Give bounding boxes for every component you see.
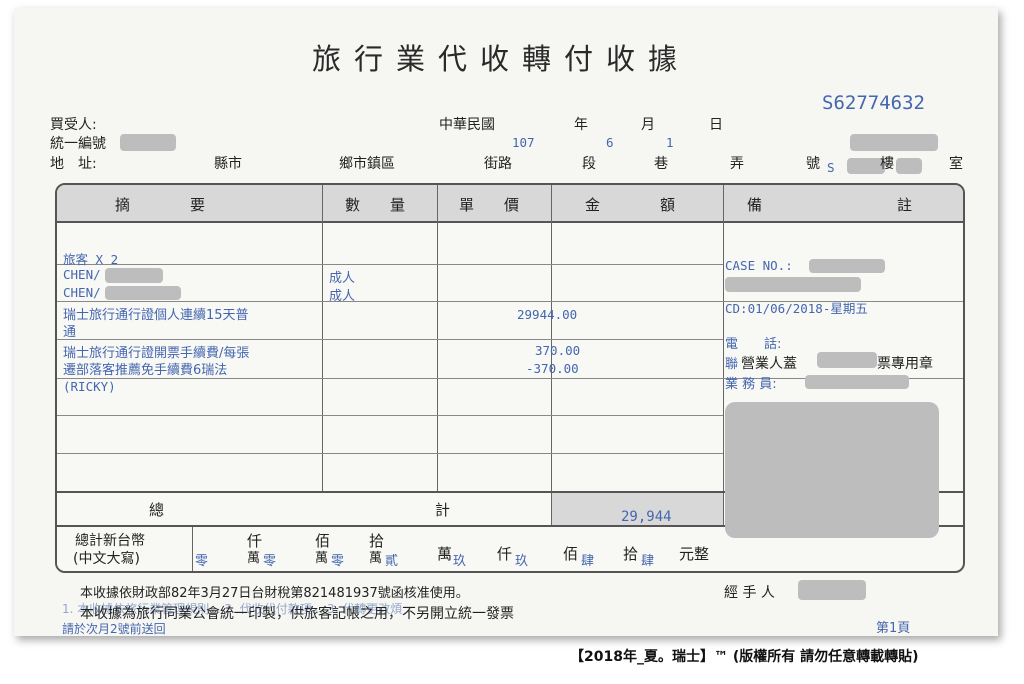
receipt-title: 旅行業代收轉付收據 <box>312 42 691 76</box>
digit-2: 零 <box>263 554 277 569</box>
unit-ten-2: 拾 <box>623 545 639 563</box>
date-day-label: 日 <box>709 117 723 133</box>
total-value: 29,944 <box>621 509 672 525</box>
date-month: 6 <box>606 135 614 150</box>
date-day: 1 <box>666 135 674 150</box>
page-number: 第1頁 <box>876 621 911 636</box>
digit-5: 玖 <box>453 554 467 569</box>
digit-1: 零 <box>195 554 209 569</box>
date-year-label: 年 <box>574 117 588 133</box>
col-remarks: 備 註 <box>747 196 913 214</box>
redacted-address-top <box>850 134 938 151</box>
unit-wan-3: 萬 <box>369 551 383 566</box>
addr-room: 室 <box>949 156 963 172</box>
col-summary: 摘 要 <box>115 196 206 214</box>
qty-2: 成人 <box>329 289 356 304</box>
col-amount: 金 額 <box>585 196 676 214</box>
date-country: 中華民國 <box>439 117 495 133</box>
contact-char: 聯 <box>725 357 739 372</box>
fee-price: 370.00 <box>535 343 581 358</box>
staff-label: 業 務 員: <box>725 377 777 392</box>
row-line <box>57 264 723 265</box>
addr-town: 鄉市鎮區 <box>339 156 395 172</box>
addr-lane: 巷 <box>654 156 668 172</box>
row-line <box>57 453 723 454</box>
unit-wan-2: 萬 <box>315 551 329 566</box>
unit-thousand-2: 仟 <box>497 545 513 563</box>
date-year: 107 <box>512 135 535 150</box>
buyer-label: 買受人: <box>50 117 97 133</box>
addr-street: 街路 <box>484 156 512 172</box>
digit-6: 玖 <box>515 554 529 569</box>
addr-alley: 弄 <box>730 156 744 172</box>
digit-3: 零 <box>331 554 345 569</box>
fee-line-2: 遷部落客推薦免手續費6瑞法 <box>63 363 228 378</box>
redacted-stamp-area <box>725 402 939 538</box>
digit-7: 肆 <box>581 554 595 569</box>
items-table: 摘 要 數 量 單 價 金 額 備 註 旅客 X 2 CHEN/ CHEN/ 成 <box>55 183 965 573</box>
serial-number: S62774632 <box>822 92 925 114</box>
col-quantity: 數 量 <box>345 196 406 214</box>
divider <box>437 185 438 491</box>
qty-1: 成人 <box>329 271 356 286</box>
unit-wan-1: 萬 <box>247 551 261 566</box>
twd-label-2: (中文大寫) <box>73 551 140 567</box>
fee-discount: -370.00 <box>526 361 579 376</box>
digit-8: 肆 <box>641 554 655 569</box>
redacted-name-1 <box>105 268 163 283</box>
date-month-label: 月 <box>641 117 655 133</box>
redacted-address-floor <box>896 158 922 174</box>
pass-price: 29944.00 <box>517 307 578 322</box>
case-no: CASE NO.: <box>725 258 793 273</box>
col-unit-price: 單 價 <box>459 196 520 214</box>
unit-yuan: 元整 <box>679 545 710 563</box>
handler-label: 經 手 人 <box>724 585 775 601</box>
pass-line-1: 瑞士旅行通行證個人連續15天普 <box>63 308 249 323</box>
total-label-b: 計 <box>435 501 451 519</box>
addr-county: 縣市 <box>214 156 242 172</box>
divider <box>723 185 724 525</box>
redacted-stamp <box>817 352 877 368</box>
fee-line-3: (RICKY) <box>63 379 116 394</box>
stamp-suffix: 票專用章 <box>877 356 933 372</box>
redacted-tax-id <box>120 134 176 151</box>
stamp-prefix: 營業人蓋 <box>741 356 797 372</box>
traveler-1: CHEN/ <box>63 267 101 282</box>
addr-number: 號 <box>806 156 820 172</box>
phone-label: 電 話: <box>725 337 782 352</box>
redacted-case-line <box>725 277 861 292</box>
addr-number-value: S <box>827 160 835 175</box>
redacted-name-2 <box>105 286 181 300</box>
unit-wan: 萬 <box>437 545 453 563</box>
receipt-paper: 旅行業代收轉付收據 S62774632 買受人: 統一編號 地 址: 中華民國 … <box>14 8 998 636</box>
redacted-case-no <box>809 259 885 273</box>
pass-line-2: 通 <box>63 325 77 340</box>
cd-date: CD:01/06/2018-星期五 <box>725 301 868 316</box>
twd-label-1: 總計新台幣 <box>75 533 145 549</box>
divider <box>322 185 323 491</box>
row-line <box>57 415 723 416</box>
unit-hundred-2: 佰 <box>563 545 579 563</box>
notes-line-2: 請於次月2號前送回 <box>62 622 166 636</box>
travelers: 旅客 X 2 <box>63 252 119 267</box>
traveler-2: CHEN/ <box>63 285 101 300</box>
digit-4: 貳 <box>385 554 399 569</box>
address-label: 地 址: <box>50 156 97 172</box>
row-line <box>57 339 723 340</box>
table-header: 摘 要 數 量 單 價 金 額 備 註 <box>57 185 963 223</box>
approval-text: 本收據依財政部82年3月27日台財稅第821481937號函核准使用。 <box>80 586 469 601</box>
addr-floor: 樓 <box>880 156 894 172</box>
addr-section: 段 <box>582 156 596 172</box>
watermark-caption: 【2018年_夏。瑞士】™ (版權所有 請勿任意轉載轉貼) <box>570 649 919 665</box>
tax-id-label: 統一編號 <box>50 136 106 152</box>
total-label-a: 總 <box>149 501 165 519</box>
redacted-handler <box>798 580 866 600</box>
redacted-staff <box>805 375 909 389</box>
